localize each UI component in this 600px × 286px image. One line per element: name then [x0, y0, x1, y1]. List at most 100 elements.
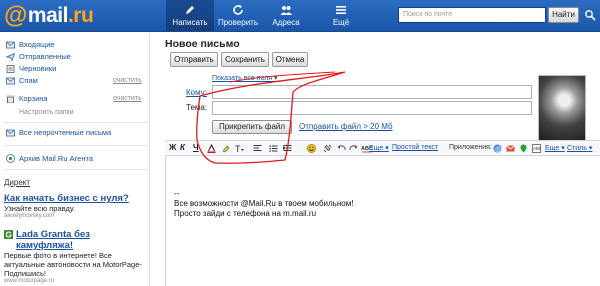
all-unread-label: Все непрочтенные письма — [19, 128, 112, 137]
folder-sent-label: Отправленные — [19, 52, 71, 61]
svg-text:@: @ — [495, 147, 501, 153]
highlight-icon[interactable] — [221, 144, 230, 153]
app-translate-icon[interactable]: @ — [493, 144, 502, 153]
nav-more[interactable]: Ещё — [310, 0, 372, 31]
svg-text:G: G — [6, 231, 12, 240]
sender-avatar[interactable] — [538, 75, 586, 141]
drafts-icon — [6, 64, 15, 73]
clear-spam-link[interactable]: очистить — [113, 77, 142, 84]
svg-text:T: T — [235, 144, 241, 153]
folder-drafts-label: Черновики — [19, 64, 57, 73]
all-unread-link[interactable]: Все непрочтенные письма — [6, 127, 111, 138]
undo-icon[interactable] — [337, 144, 346, 153]
agent-archive-link[interactable]: Архив Mail.Ru Агента — [6, 154, 93, 163]
more-format-button[interactable]: Еще ▾ — [369, 144, 389, 152]
subject-label: Тема: — [186, 103, 208, 112]
nav-contacts-label: Адреса — [272, 18, 300, 27]
folder-inbox[interactable]: Входящие — [6, 39, 55, 50]
folder-trash-label: Корзина — [19, 94, 48, 103]
nav-check-label: Проверить — [217, 18, 258, 27]
folder-sent[interactable]: Отправленные — [6, 51, 71, 62]
search-button[interactable]: Найти — [548, 7, 579, 23]
nav-check[interactable]: Проверить — [214, 0, 262, 31]
ad-title-text: Lada Granta без камуфляжа! — [16, 229, 90, 251]
logo-name: mail — [27, 4, 69, 27]
inbox-icon — [6, 41, 15, 48]
pencil-icon — [186, 6, 194, 14]
folder-drafts[interactable]: Черновики — [6, 63, 56, 74]
show-all-fields-label: Показать все поля — [212, 75, 273, 82]
folder-spam[interactable]: Спам — [6, 75, 38, 86]
to-field[interactable] — [212, 85, 532, 99]
svg-text:ABC: ABC — [533, 146, 541, 151]
search-input[interactable]: Поиск по почте — [398, 7, 546, 23]
signature-separator: -- — [174, 189, 180, 198]
list-icon[interactable] — [269, 144, 278, 153]
app-card-icon[interactable] — [506, 144, 515, 153]
more-apps-button[interactable]: Еще ▾ — [545, 144, 565, 152]
apps-label: Приложения: — [449, 144, 492, 151]
ad-title[interactable]: G Lada Granta без камуфляжа! — [4, 229, 146, 251]
plain-text-link[interactable]: Простой текст — [392, 144, 438, 151]
font-size-icon[interactable]: T — [235, 144, 244, 153]
folder-spam-label: Спам — [19, 76, 38, 85]
link-icon[interactable] — [323, 144, 332, 153]
show-all-fields-link[interactable]: Показать все поля ▾ — [212, 74, 278, 82]
top-header: @ mail .ru Написать Проверить Адреса Ещё П… — [0, 0, 600, 32]
sent-icon — [6, 52, 15, 61]
main-nav: Написать Проверить Адреса Ещё — [166, 0, 372, 31]
italic-button[interactable]: К — [180, 143, 185, 152]
page-title: Новое письмо — [165, 38, 240, 50]
underline-button[interactable]: Ч — [193, 143, 199, 152]
signature-line: Все возможности @Mail.Ru в твоем мобильн… — [174, 199, 354, 208]
align-icon[interactable] — [253, 144, 262, 153]
signature-line: Просто зайди с телефона на m.mail.ru — [174, 209, 317, 218]
trash-icon — [6, 95, 15, 103]
subject-field[interactable] — [212, 101, 532, 115]
chevron-down-icon: ▾ — [561, 145, 565, 152]
more-format-label: Еще — [369, 145, 384, 152]
ad-text: Первые фото в интернете! Все актуальные … — [4, 251, 142, 278]
mailru-logo[interactable]: @ mail .ru — [4, 2, 94, 29]
cancel-button[interactable]: Отмена — [272, 52, 308, 67]
indent-icon[interactable] — [283, 144, 292, 153]
nav-compose[interactable]: Написать — [166, 0, 214, 31]
save-button[interactable]: Сохранить — [221, 52, 269, 67]
chevron-down-icon: ▾ — [588, 145, 593, 152]
style-button[interactable]: Стиль ▾ — [567, 144, 592, 152]
nav-more-label: Ещё — [332, 18, 350, 27]
ad-domain[interactable]: www.motorpage.ru — [4, 278, 146, 284]
sidebar-divider — [4, 122, 148, 123]
bold-button[interactable]: Ж — [169, 143, 176, 152]
logo-tld: .ru — [67, 4, 94, 27]
send-button[interactable]: Отправить — [170, 52, 218, 67]
more-icon — [336, 6, 346, 14]
redo-icon[interactable] — [349, 144, 358, 153]
smiley-icon[interactable] — [307, 144, 316, 153]
sidebar-divider — [4, 145, 148, 146]
ad-title[interactable]: Как начать бизнес с нуля? — [4, 193, 146, 204]
app-map-icon[interactable] — [519, 144, 528, 153]
app-abc-icon[interactable]: ABC — [532, 144, 541, 153]
style-label: Стиль — [567, 145, 587, 152]
search-options-icon[interactable] — [584, 9, 596, 21]
ad-text: Узнайте всю правду. — [4, 204, 76, 213]
send-large-file-link[interactable]: Отправить файл > 20 Мб — [299, 122, 393, 131]
ad-domain[interactable]: alexeymovsky.com — [4, 213, 146, 219]
refresh-icon — [233, 5, 243, 15]
folder-trash[interactable]: Корзина — [6, 93, 48, 104]
ad-block: Как начать бизнес с нуля? Узнайте всю пр… — [4, 193, 146, 219]
nav-contacts[interactable]: Адреса — [262, 0, 310, 31]
direct-label[interactable]: Директ — [4, 178, 30, 187]
message-editor[interactable]: -- Все возможности @Mail.Ru в твоем моби… — [165, 157, 600, 286]
agent-icon — [6, 154, 15, 163]
spam-icon — [6, 77, 15, 84]
attach-file-button[interactable]: Прикрепить файл — [212, 120, 292, 134]
more-apps-label: Еще — [545, 145, 560, 152]
to-label[interactable]: Кому: — [186, 88, 207, 97]
font-color-icon[interactable] — [207, 144, 216, 153]
clear-trash-link[interactable]: очистить — [113, 95, 142, 102]
sidebar: Входящие Отправленные Черновики Спам очи… — [0, 33, 150, 286]
folder-inbox-label: Входящие — [19, 40, 55, 49]
folder-settings-link[interactable]: Настроить папки — [19, 109, 74, 116]
